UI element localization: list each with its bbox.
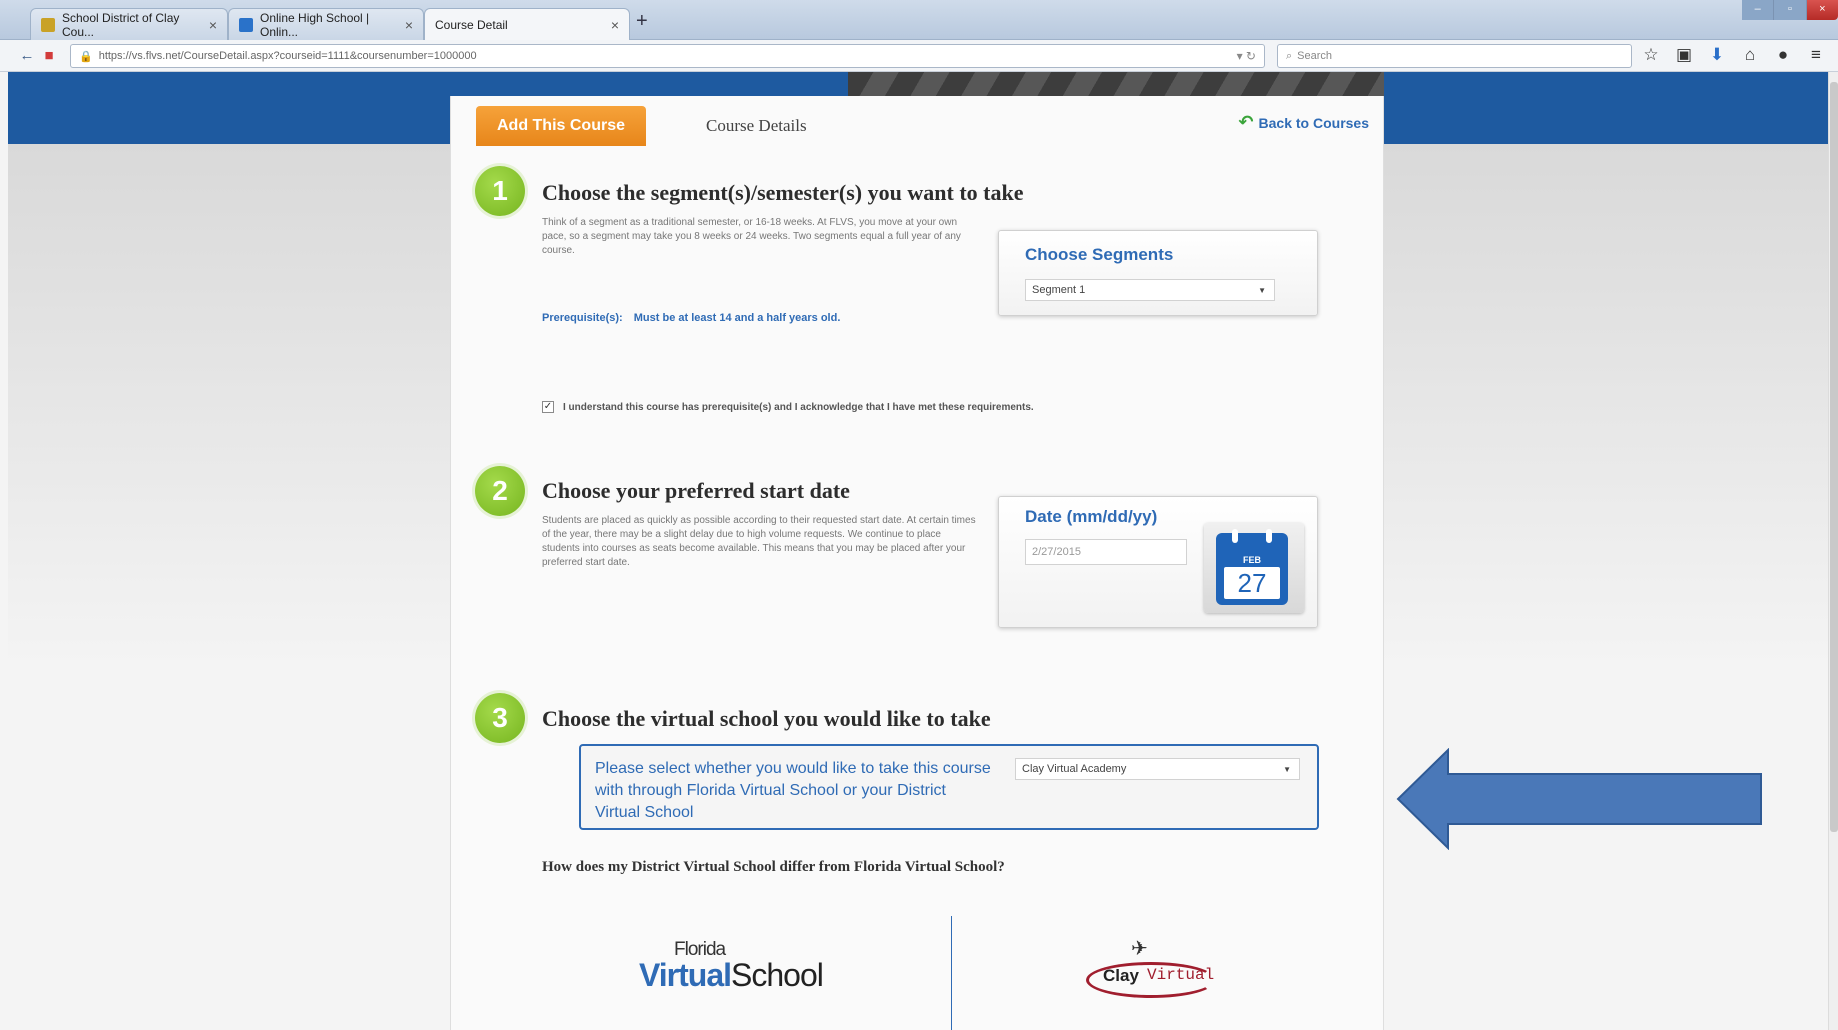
menu-icon[interactable]: ≡ xyxy=(1807,44,1825,66)
close-tab-icon[interactable]: × xyxy=(209,17,217,33)
choose-segments-card: Choose Segments Segment 1 ▼ xyxy=(998,230,1318,316)
close-tab-icon[interactable]: × xyxy=(611,17,619,33)
flvs-favicon-icon xyxy=(239,17,253,32)
virtual-school-select[interactable]: Clay Virtual Academy ▼ xyxy=(1015,758,1300,780)
step-1-title: Choose the segment(s)/semester(s) you wa… xyxy=(542,180,1024,205)
step-3-title: Choose the virtual school you would like… xyxy=(542,706,991,731)
tab-label: Online High School | Onlin... xyxy=(260,10,370,39)
back-arrow-icon[interactable]: ← xyxy=(16,47,38,64)
clay-district-favicon-icon xyxy=(41,17,55,32)
adblock-icon[interactable]: ■ xyxy=(38,47,60,64)
virtual-school-prompt: Please select whether you would like to … xyxy=(595,760,991,821)
browser-toolbar-icons: ☆ ▣ ⬇ ⌂ ● ≡ xyxy=(1642,44,1825,66)
choose-segments-title: Choose Segments xyxy=(1025,245,1174,264)
date-title: Date (mm/dd/yy) xyxy=(1025,507,1158,526)
airplane-icon: ✈ xyxy=(1131,938,1148,960)
maximize-button[interactable]: ▫ xyxy=(1774,0,1807,20)
step-2-title: Choose your preferred start date xyxy=(542,478,850,503)
reload-icon[interactable]: ▾ ↻ xyxy=(1237,49,1256,63)
prerequisites-line: Prerequisite(s): Must be at least 14 and… xyxy=(542,312,840,324)
clay-virtual-academy-logo[interactable]: ✈ Clay Virtual xyxy=(1081,936,1221,1006)
step-2-description: Students are placed as quickly as possib… xyxy=(542,515,976,568)
chevron-down-icon: ▼ xyxy=(1283,764,1291,774)
prerequisite-acknowledgement: ✓ I understand this course has prerequis… xyxy=(542,401,1034,413)
url-text: https://vs.flvs.net/CourseDetail.aspx?co… xyxy=(98,50,477,62)
clipboard-icon[interactable]: ▣ xyxy=(1675,44,1693,66)
acknowledge-text: I understand this course has prerequisit… xyxy=(563,401,1034,413)
clay-logo-clay: Clay xyxy=(1103,966,1139,985)
virtual-school-selected-value: Clay Virtual Academy xyxy=(1022,763,1127,775)
close-tab-icon[interactable]: × xyxy=(405,17,413,33)
calendar-icon[interactable]: FEB 27 xyxy=(1204,523,1304,613)
start-date-input[interactable]: 2/27/2015 xyxy=(1025,539,1187,565)
segment-selected-value: Segment 1 xyxy=(1032,284,1086,296)
calendar-ring xyxy=(1266,529,1272,543)
star-icon[interactable]: ☆ xyxy=(1642,44,1660,66)
browser-tab-bar: School District of Clay Cou... × Online … xyxy=(0,0,1838,41)
browser-tab-course-detail[interactable]: Course Detail × xyxy=(424,8,630,41)
calendar-day: 27 xyxy=(1224,567,1280,599)
window-controls: – ▫ × xyxy=(1742,0,1838,20)
segment-select[interactable]: Segment 1 ▼ xyxy=(1025,279,1275,301)
download-icon[interactable]: ⬇ xyxy=(1708,44,1726,66)
browser-nav-bar: ← ■ 🔒 https://vs.flvs.net/CourseDetail.a… xyxy=(0,40,1838,72)
close-window-button[interactable]: × xyxy=(1807,0,1838,20)
search-icon: ⌕ xyxy=(1286,49,1293,62)
clay-logo-virtual: Virtual xyxy=(1147,966,1215,984)
virtual-school-select-box: Please select whether you would like to … xyxy=(579,744,1319,830)
search-placeholder: Search xyxy=(1297,50,1333,62)
course-details-tab[interactable]: Course Details xyxy=(706,116,807,136)
minimize-button[interactable]: – xyxy=(1742,0,1775,20)
annotation-arrow-icon xyxy=(1396,748,1762,850)
flvs-logo-virtual: Virtual xyxy=(639,957,732,993)
page-scrollbar[interactable] xyxy=(1828,72,1838,1030)
chat-icon[interactable]: ● xyxy=(1774,44,1792,66)
tab-label: Course Detail xyxy=(435,18,508,32)
step-1-description: Think of a segment as a traditional seme… xyxy=(542,217,961,256)
step-3-badge: 3 xyxy=(475,693,525,743)
logo-divider xyxy=(951,916,952,1030)
florida-virtual-school-logo[interactable]: Florida VirtualSchool xyxy=(639,939,824,999)
course-detail-panel: Add This Course Course Details ↶ Back to… xyxy=(450,96,1384,1030)
step-1-badge: 1 xyxy=(475,166,525,216)
calendar-month: FEB xyxy=(1243,555,1261,565)
acknowledge-checkbox[interactable]: ✓ xyxy=(542,401,554,413)
flvs-logo-wordmark: VirtualSchool xyxy=(639,957,824,994)
header-image-strip xyxy=(848,72,1384,96)
browser-tab-clay-district[interactable]: School District of Clay Cou... × xyxy=(30,8,228,40)
url-bar[interactable]: 🔒 https://vs.flvs.net/CourseDetail.aspx?… xyxy=(70,44,1265,68)
back-to-courses-link[interactable]: ↶ Back to Courses xyxy=(1238,112,1369,133)
home-icon[interactable]: ⌂ xyxy=(1741,44,1759,66)
search-bar[interactable]: ⌕ Search xyxy=(1277,44,1632,68)
tab-label: School District of Clay Cou... xyxy=(62,10,180,39)
school-difference-question[interactable]: How does my District Virtual School diff… xyxy=(542,859,1005,876)
new-tab-button[interactable]: + xyxy=(636,10,648,33)
prerequisites-text: Must be at least 14 and a half years old… xyxy=(633,312,841,324)
calendar-body: FEB 27 xyxy=(1216,529,1288,605)
back-to-courses-label: Back to Courses xyxy=(1258,114,1369,131)
browser-tab-online-high-school[interactable]: Online High School | Onlin... × xyxy=(228,8,424,40)
step-2-badge: 2 xyxy=(475,466,525,516)
lock-icon: 🔒 xyxy=(79,50,93,63)
add-this-course-tab[interactable]: Add This Course xyxy=(476,106,646,146)
chevron-down-icon: ▼ xyxy=(1258,285,1266,295)
start-date-card: Date (mm/dd/yy) 2/27/2015 FEB 27 xyxy=(998,496,1318,628)
scrollbar-thumb[interactable] xyxy=(1830,82,1838,832)
back-arrow-icon: ↶ xyxy=(1238,112,1254,132)
prerequisites-label: Prerequisite(s): xyxy=(542,312,623,324)
flvs-logo-school: School xyxy=(731,957,824,993)
calendar-ring xyxy=(1232,529,1238,543)
